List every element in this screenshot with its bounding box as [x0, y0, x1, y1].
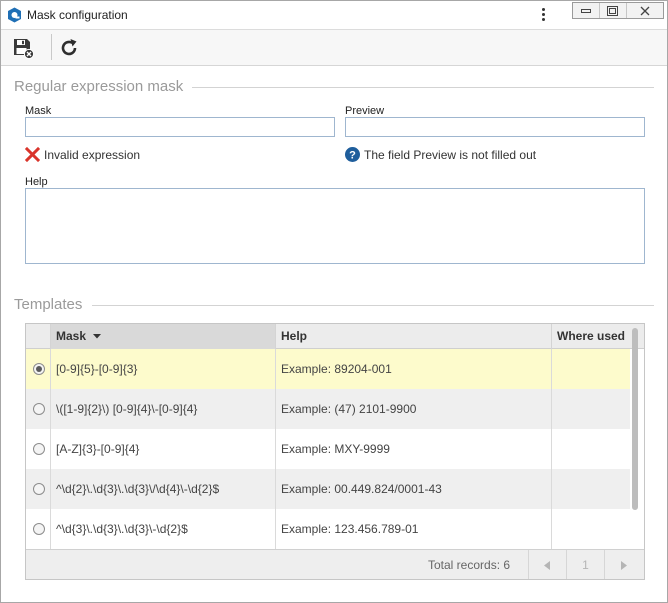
help-column-header[interactable]: Help [276, 324, 552, 349]
where-used-cell [552, 469, 630, 509]
more-options-icon[interactable] [535, 6, 551, 26]
current-page-indicator: 1 [566, 550, 604, 579]
select-column-header [26, 324, 51, 349]
where-used-cell [552, 389, 630, 429]
total-records: Total records: 6 [428, 558, 511, 572]
table-row[interactable]: ^\d{3}\.\d{3}\.\d{3}\-\d{2}$ Example: 123… [26, 509, 630, 549]
row-select-cell [26, 429, 51, 469]
mask-cell: \([1-9]{2}\) [0-9]{4}\-[0-9]{4} [51, 389, 276, 429]
row-radio[interactable] [33, 483, 45, 495]
mask-column-label: Mask [56, 329, 87, 343]
regex-section-divider [192, 87, 654, 88]
where-used-cell [552, 509, 630, 549]
mask-cell: ^\d{3}\.\d{3}\.\d{3}\-\d{2}$ [51, 509, 276, 549]
where-used-column-header[interactable]: Where used [552, 324, 644, 349]
where-used-cell [552, 429, 630, 469]
row-radio[interactable] [33, 523, 45, 535]
mask-label: Mask [25, 105, 52, 117]
templates-grid: Mask Help Where used [0-9]{5}-[0-9]{3} Ex… [25, 323, 645, 580]
help-textarea[interactable] [25, 188, 645, 264]
svg-text:?: ? [349, 150, 356, 162]
refresh-button[interactable] [55, 34, 83, 62]
help-question-icon: ? [345, 147, 360, 162]
mask-cell: ^\d{2}\.\d{3}\.\d{3}\/\d{4}\-\d{2}$ [51, 469, 276, 509]
help-cell: Example: MXY-9999 [276, 429, 552, 469]
chevron-right-icon [621, 560, 627, 570]
row-select-cell [26, 389, 51, 429]
grid-vertical-scrollbar[interactable] [632, 328, 638, 510]
where-used-cell [552, 349, 630, 389]
table-row[interactable]: [0-9]{5}-[0-9]{3} Example: 89204-001 [26, 349, 630, 389]
window-controls [572, 2, 664, 19]
help-cell: Example: 123.456.789-01 [276, 509, 552, 549]
mask-column-header[interactable]: Mask [51, 324, 276, 349]
row-radio[interactable] [33, 363, 45, 375]
help-label: Help [25, 176, 48, 188]
preview-input[interactable] [345, 117, 645, 137]
save-close-icon [14, 39, 34, 59]
toolbar-separator [51, 34, 52, 60]
minimize-button[interactable] [573, 3, 600, 18]
previous-page-button[interactable] [528, 550, 566, 579]
preview-label: Preview [345, 105, 385, 117]
mask-validation-status: Invalid expression [25, 147, 140, 162]
mask-configuration-window: Mask configuration Regular expression ma… [0, 0, 668, 603]
toolbar [1, 30, 667, 66]
save-and-close-button[interactable] [9, 34, 37, 62]
grid-footer: Total records: 6 1 [26, 549, 644, 579]
regex-section-title: Regular expression mask [14, 78, 184, 95]
close-button[interactable] [627, 3, 663, 18]
validation-message: Invalid expression [44, 147, 141, 162]
grid-header: Mask Help Where used [26, 324, 644, 349]
templates-section-title: Templates [14, 296, 83, 313]
close-icon [640, 6, 650, 15]
minimize-icon [580, 8, 591, 13]
next-page-button[interactable] [604, 550, 642, 579]
row-select-cell [26, 349, 51, 389]
help-cell: Example: (47) 2101-9900 [276, 389, 552, 429]
title-bar: Mask configuration [1, 1, 667, 30]
maximize-button[interactable] [600, 3, 627, 18]
window-title: Mask configuration [27, 8, 128, 22]
row-radio[interactable] [33, 403, 45, 415]
mask-cell: [0-9]{5}-[0-9]{3} [51, 349, 276, 389]
row-select-cell [26, 509, 51, 549]
mask-cell: [A-Z]{3}-[0-9]{4} [51, 429, 276, 469]
table-row[interactable]: \([1-9]{2}\) [0-9]{4}\-[0-9]{4} Example: … [26, 389, 630, 429]
help-cell: Example: 00.449.824/0001-43 [276, 469, 552, 509]
refresh-icon [61, 39, 77, 56]
restore-icon [607, 5, 619, 16]
sort-descending-icon [93, 334, 102, 339]
preview-status-message: The field Preview is not filled out [364, 147, 537, 162]
row-select-cell [26, 469, 51, 509]
table-row[interactable]: [A-Z]{3}-[0-9]{4} Example: MXY-9999 [26, 429, 630, 469]
mask-input[interactable] [25, 117, 335, 137]
chevron-left-icon [544, 560, 550, 570]
app-logo-icon [8, 7, 21, 23]
row-radio[interactable] [33, 443, 45, 455]
help-cell: Example: 89204-001 [276, 349, 552, 389]
templates-section-divider [92, 305, 654, 306]
table-row[interactable]: ^\d{2}\.\d{3}\.\d{3}\/\d{4}\-\d{2}$ Examp… [26, 469, 630, 509]
error-x-icon [25, 147, 40, 162]
preview-status: ? The field Preview is not filled out [345, 147, 536, 162]
